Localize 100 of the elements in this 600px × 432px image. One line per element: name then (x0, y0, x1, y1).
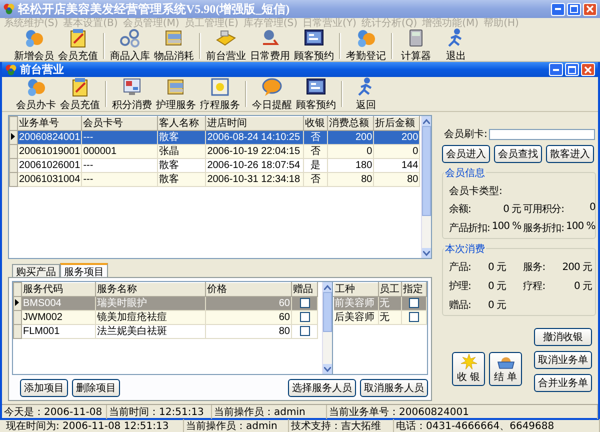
table-cell: 散客 (159, 159, 180, 172)
chain-icon (119, 28, 141, 48)
table-cell: JWM002 (23, 311, 62, 324)
column-header[interactable]: 服务名称 (96, 282, 206, 296)
column-header[interactable]: 指定 (402, 282, 426, 296)
checkbox[interactable] (409, 312, 420, 322)
toolbar-button[interactable]: 退出 (436, 28, 476, 63)
minimize-button[interactable] (549, 63, 563, 76)
table-cell: 无 (380, 311, 390, 324)
column-header[interactable]: 员工 (378, 282, 402, 296)
card-input-field[interactable] (489, 128, 596, 140)
window-title: 轻松开店美容美发经营管理系统V5.90(增强版_短信) (18, 0, 291, 18)
checkbox[interactable] (409, 298, 420, 308)
toolbar-button[interactable]: 顾客预约 (294, 76, 338, 112)
field-label: 服务折扣: (523, 222, 564, 235)
column-header[interactable]: 客人名称 (158, 116, 206, 130)
column-header[interactable]: 会员卡号 (82, 116, 158, 130)
field-label: 疗程: (523, 280, 546, 293)
action-button[interactable]: 收 银 (452, 352, 485, 386)
action-button[interactable]: 合并业务单 (534, 374, 592, 392)
table-cell: 是 (310, 159, 321, 172)
action-button[interactable]: 取消服务人员 (360, 379, 428, 397)
toolbar-button[interactable]: 前台营业 (204, 28, 248, 63)
checkbox[interactable] (300, 312, 310, 322)
toolbar-button[interactable]: 会员充值 (58, 76, 102, 112)
column-header[interactable]: 业务单号 (18, 116, 82, 130)
action-button[interactable]: 会员进入 (442, 145, 490, 163)
field-label: 余额: (449, 202, 472, 216)
table-cell: 144 (402, 159, 418, 172)
row-pointer-icon (15, 299, 19, 306)
app-logo-icon (3, 3, 15, 15)
column-header[interactable]: 服务代码 (22, 282, 96, 296)
field-value: 100 % (492, 221, 522, 234)
status-text: 现在时间为: 2006-11-08 12:51:13 (0, 419, 184, 432)
table-cell: 180 (356, 159, 372, 172)
table-cell: --- (83, 173, 94, 186)
table-cell: 否 (310, 145, 321, 158)
scroll-down-icon (423, 250, 430, 256)
table-cell: 60 (278, 311, 290, 324)
toolbar-button[interactable]: 积分消费 (110, 76, 154, 112)
toolbar-button[interactable]: 商品入库 (108, 28, 152, 63)
close-button[interactable] (581, 63, 595, 76)
field-value: 200 元 (562, 261, 592, 274)
maximize-button[interactable] (565, 63, 579, 76)
field-value: 100 % (566, 221, 596, 234)
table-cell: 张晶 (159, 145, 180, 158)
action-button[interactable]: 会员查找 (494, 145, 542, 163)
action-button[interactable]: 取消业务单 (534, 351, 592, 369)
toolbar-button[interactable]: 日常费用 (248, 28, 292, 63)
sun-icon (458, 354, 478, 370)
table-cell: 000001 (83, 145, 117, 158)
field-label: 产品: (449, 260, 471, 274)
notepad-icon (70, 76, 90, 96)
tab[interactable]: 服务项目 (60, 263, 108, 277)
field-label: 服务: (523, 261, 546, 274)
close-button[interactable] (583, 2, 597, 16)
action-button[interactable]: 结 单 (489, 352, 522, 386)
scrollbar[interactable] (322, 282, 332, 374)
window-title: 前台营业 (20, 62, 65, 77)
minimize-button[interactable] (551, 2, 565, 16)
column-header[interactable]: 消费总额 (328, 116, 374, 130)
field-value: 0 元 (572, 280, 592, 293)
toolbar-button[interactable]: 疗程服务 (198, 76, 242, 112)
field-value: 0 (588, 202, 596, 215)
field-value: 0 元 (488, 280, 506, 293)
column-header[interactable]: 收银 (304, 116, 328, 130)
table-cell: --- (83, 131, 94, 144)
close-icon (584, 66, 592, 74)
action-button[interactable]: 撤消收银 (534, 328, 592, 346)
table-cell: 0 (412, 145, 418, 158)
toolbar-button[interactable]: 返回 (346, 76, 386, 112)
toolbar-button[interactable]: 会员办卡 (14, 76, 58, 112)
column-header[interactable]: 折后金额 (374, 116, 420, 130)
column-header[interactable]: 价格 (206, 282, 292, 296)
field-label: 赠品: (449, 298, 471, 312)
table-cell: 2006-10-26 18:07:54 (207, 159, 300, 172)
toolbar-button[interactable]: 护理服务 (154, 76, 198, 112)
action-button[interactable]: 添加项目 (20, 379, 68, 397)
action-button[interactable]: 删除项目 (72, 379, 120, 397)
group-title: 本次消费 (444, 242, 486, 256)
table-cell: 后美容师 (334, 311, 374, 324)
column-header[interactable]: 工种 (334, 282, 378, 296)
status-text: 技术支持：吉大拓维 (289, 419, 394, 432)
scroll-down-icon (324, 366, 331, 372)
table-cell: 0 (366, 145, 372, 158)
column-header[interactable]: 赠品 (292, 282, 318, 296)
table-cell: 200 (356, 131, 372, 144)
tab[interactable]: 购买产品 (12, 264, 60, 277)
scrollbar[interactable] (421, 116, 431, 258)
table-cell: 2006-10-31 12:34:18 (207, 173, 300, 186)
status-text: 电话：0431-4666664、6649688 (394, 419, 600, 432)
action-button[interactable]: 散客进入 (546, 145, 594, 163)
table-cell: 散客 (159, 131, 180, 144)
maximize-button[interactable] (567, 2, 581, 16)
column-header[interactable]: 进店时间 (206, 116, 304, 130)
toolbar-button[interactable]: 今日提醒 (250, 76, 294, 112)
checkbox[interactable] (300, 298, 310, 308)
action-button[interactable]: 选择服务人员 (288, 379, 356, 397)
checkbox[interactable] (300, 326, 310, 336)
table-cell: --- (83, 159, 94, 172)
